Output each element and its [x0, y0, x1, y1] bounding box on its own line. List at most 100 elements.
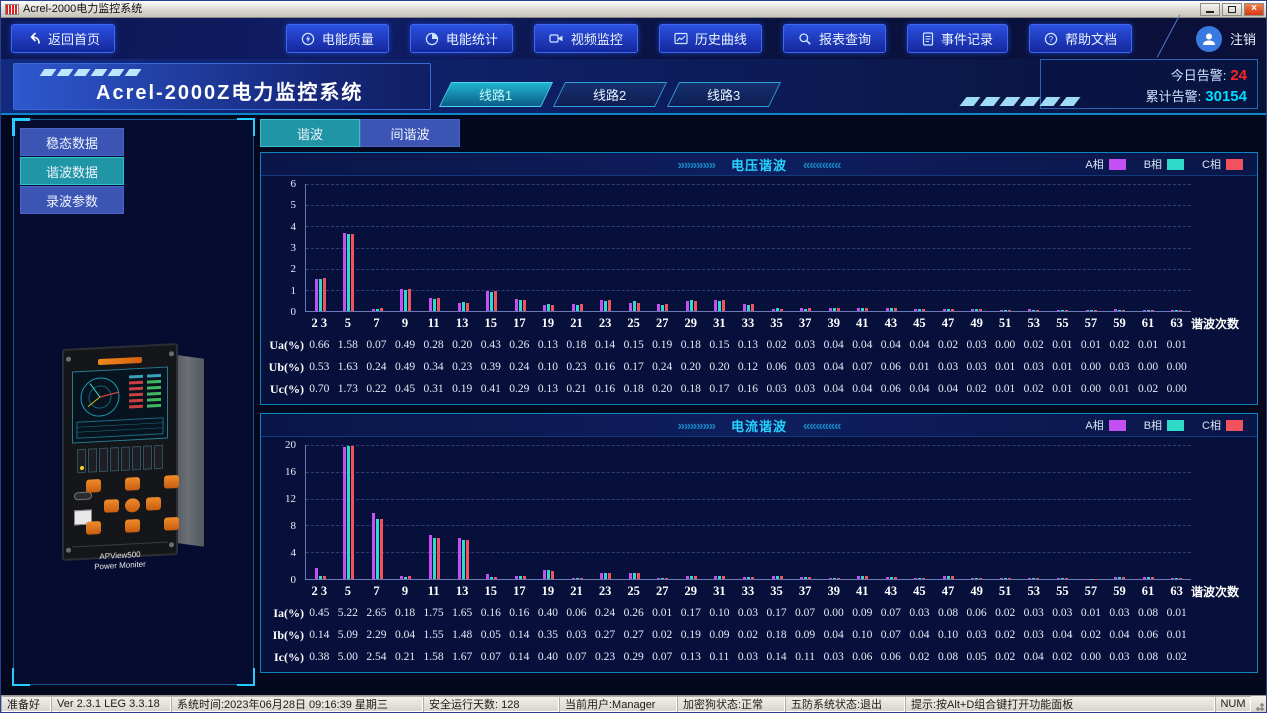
help-doc-icon: ? — [1044, 32, 1058, 46]
nav-button-power-quality[interactable]: 电能质量 — [285, 24, 389, 53]
bar — [432, 538, 436, 579]
table-cell: 0.03 — [1109, 607, 1130, 619]
y-tick-label: 5 — [290, 199, 297, 212]
line-tab-label: 线路3 — [707, 88, 741, 103]
harmonic-order-label: 33 — [741, 315, 755, 330]
bar — [461, 302, 465, 311]
sidebar-item-1[interactable]: 稳态数据 — [20, 128, 124, 156]
table-cell: 0.29 — [623, 651, 644, 663]
table-cell: 0.04 — [852, 383, 873, 395]
bar — [400, 575, 404, 579]
bar — [775, 308, 779, 311]
minimize-button[interactable] — [1200, 2, 1220, 16]
table-cell: 0.02 — [1023, 383, 1044, 395]
table-cell: 0.10 — [937, 629, 959, 641]
table-cell: 0.20 — [680, 361, 701, 373]
bar — [746, 577, 750, 579]
table-cell: 0.03 — [1052, 607, 1073, 619]
harmonic-order-label: 11 — [427, 315, 440, 330]
bar — [865, 576, 869, 579]
sidebar-item-3[interactable]: 录波参数 — [20, 186, 124, 214]
table-cell: 0.14 — [766, 651, 787, 663]
harmonic-order-label: 9 — [401, 315, 409, 330]
table-cell: 0.21 — [394, 651, 416, 663]
line-tab-1[interactable]: 线路1 — [438, 82, 554, 107]
harmonic-order-label: 9 — [401, 583, 409, 598]
subtab-2[interactable]: 间谐波 — [360, 119, 460, 147]
nav-button-energy-stats[interactable]: 电能统计 — [409, 24, 513, 53]
bar — [1032, 578, 1036, 579]
legend-item: C相 — [1202, 156, 1243, 172]
bar-group — [905, 445, 934, 579]
table-cell: 0.00 — [1080, 383, 1101, 395]
table-cell: 0.10 — [852, 629, 873, 641]
table-cell: 0.14 — [309, 629, 330, 641]
bar — [885, 308, 889, 311]
bar — [1003, 309, 1007, 311]
bar — [832, 308, 836, 311]
harmonic-order-label: 45 — [913, 315, 926, 330]
subtab-1[interactable]: 谐波 — [260, 119, 360, 147]
table-cell: 0.01 — [1080, 339, 1101, 351]
logout-button[interactable]: 注销 — [1230, 29, 1256, 48]
line-tab-3[interactable]: 线路3 — [666, 82, 782, 107]
bar — [1056, 578, 1060, 579]
bar — [628, 302, 632, 311]
nav-button-report-query[interactable]: 报表查询 — [782, 24, 886, 53]
nav-button-event-record[interactable]: 事件记录 — [906, 24, 1008, 53]
bar — [804, 308, 808, 311]
table-cell: 0.09 — [709, 629, 730, 641]
legend-item: A相 — [1085, 156, 1126, 172]
table-cell: 0.07 — [480, 651, 501, 663]
legend-label: B相 — [1143, 159, 1163, 171]
table-cell: 0.09 — [852, 607, 873, 619]
bar-group — [991, 445, 1020, 579]
bar — [314, 279, 318, 311]
table-cell: 0.09 — [795, 629, 816, 641]
harmonic-order-label: 39 — [827, 315, 840, 330]
report-query-icon — [798, 32, 812, 46]
table-cell: 0.20 — [709, 361, 730, 373]
maximize-button[interactable] — [1222, 2, 1242, 16]
line-tab-2[interactable]: 线路2 — [552, 82, 668, 107]
resize-grip[interactable] — [1251, 696, 1266, 712]
table-cell: 0.04 — [937, 383, 959, 395]
table-cell: 1.73 — [337, 383, 358, 395]
table-cell: 0.00 — [995, 339, 1016, 351]
back-home-button[interactable]: 返回首页 — [11, 24, 116, 53]
bar — [1007, 309, 1011, 311]
bar — [918, 309, 922, 311]
table-cell: 0.04 — [880, 339, 901, 351]
row-label: Ic(%) — [274, 649, 304, 664]
user-area: 注销 — [1162, 25, 1256, 52]
bar — [543, 304, 547, 311]
nav-button-video-monitor[interactable]: 视频监控 — [533, 24, 638, 53]
table-cell: 0.16 — [737, 383, 759, 395]
alarm-panel: 今日告警: 24 累计告警: 30154 — [959, 59, 1258, 109]
table-cell: 0.01 — [1052, 383, 1073, 395]
table-cell: 0.02 — [1109, 339, 1130, 351]
harmonic-order-label: 49 — [970, 583, 983, 598]
table-cell: 0.02 — [995, 651, 1016, 663]
back-home-label: 返回首页 — [48, 32, 101, 47]
sidebar-menu: 稳态数据 谐波数据 录波参数 — [14, 120, 130, 214]
bar — [1118, 577, 1122, 579]
sidebar-item-2[interactable]: 谐波数据 — [20, 157, 124, 185]
table-cell: 0.02 — [766, 339, 787, 351]
bar — [971, 308, 975, 311]
close-button[interactable]: × — [1244, 2, 1264, 16]
table-cell: 0.01 — [909, 361, 930, 373]
bar-group — [734, 445, 763, 579]
nav-button-help-doc[interactable]: ? 帮助文档 — [1028, 24, 1132, 53]
table-cell: 0.16 — [595, 383, 616, 395]
y-axis: 0 1 2 3 4 5 6 — [261, 178, 305, 318]
table-cell: 0.02 — [1137, 383, 1159, 395]
bar — [343, 232, 347, 311]
bar — [861, 576, 865, 579]
table-cell: 0.03 — [1109, 651, 1130, 663]
bar — [322, 575, 326, 579]
nav-button-history-curve[interactable]: 历史曲线 — [658, 24, 762, 53]
bar — [318, 576, 322, 579]
bar — [432, 299, 436, 311]
bar — [775, 575, 779, 579]
